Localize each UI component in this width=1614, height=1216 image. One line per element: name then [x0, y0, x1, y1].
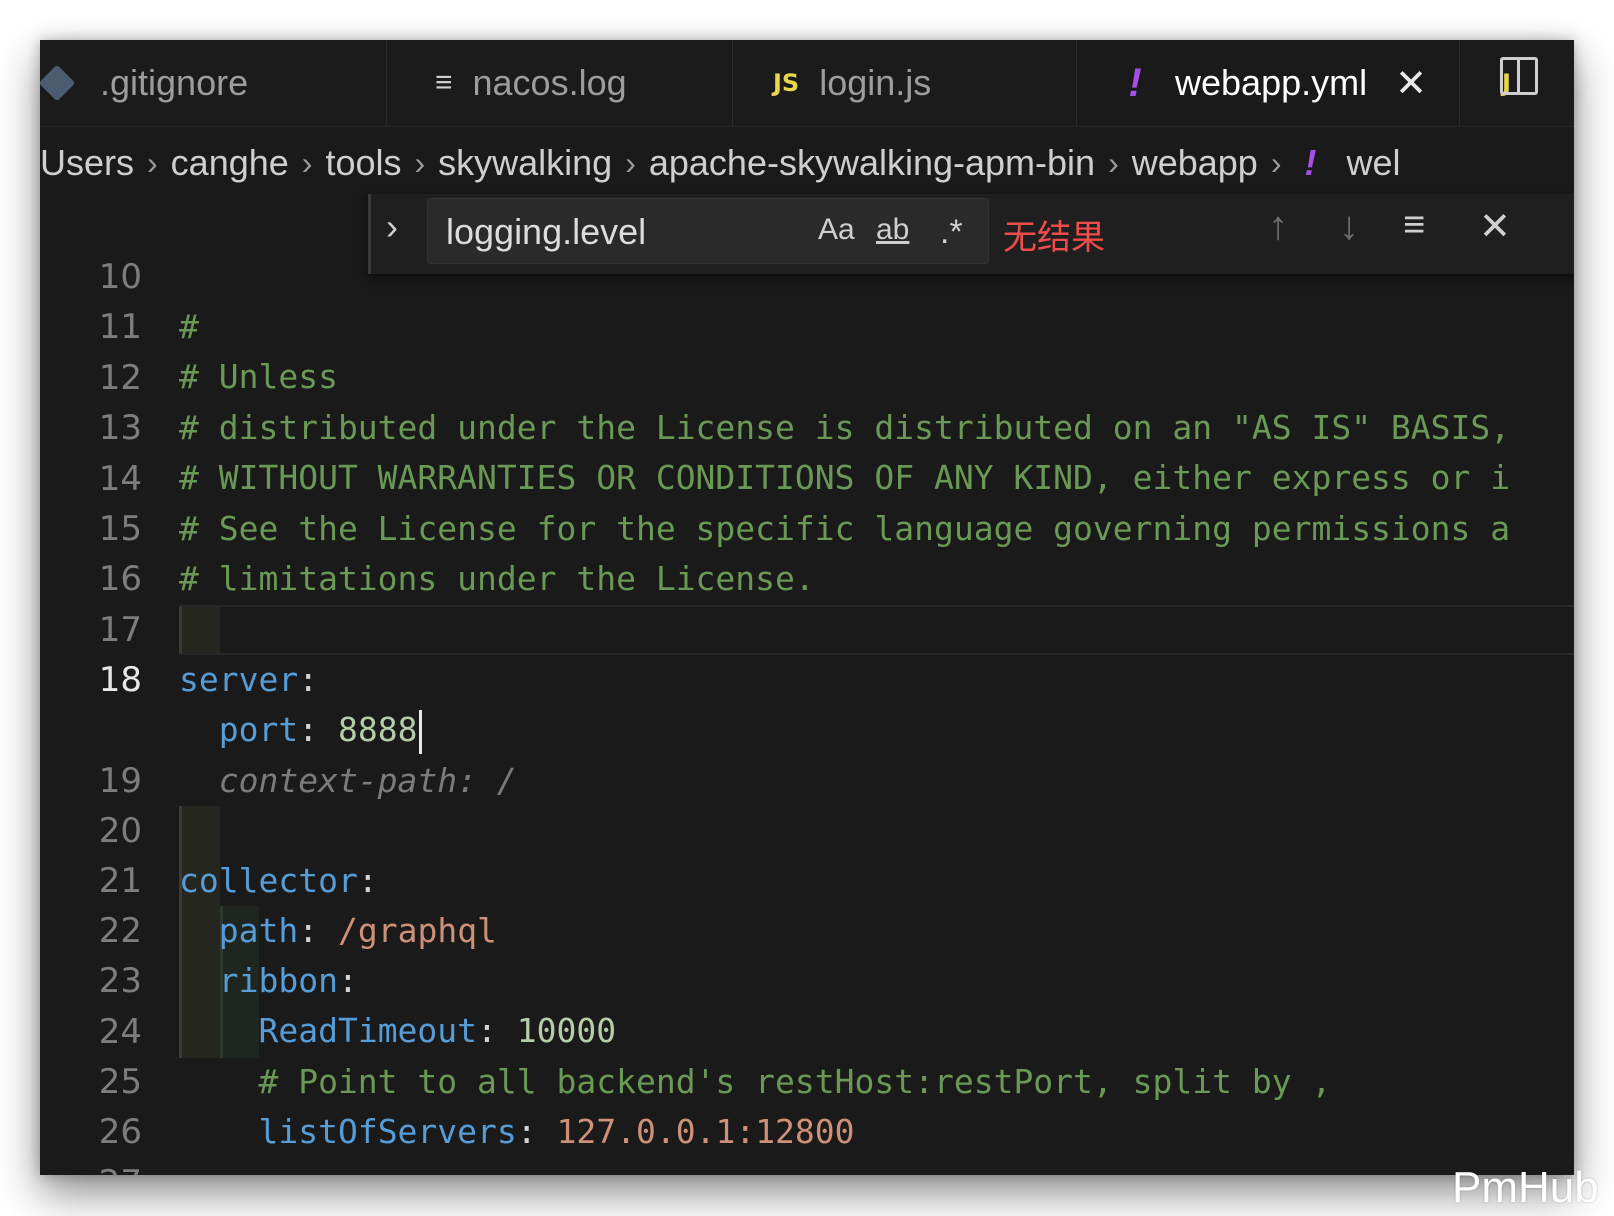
- code-line: 24 # Point to all backend's restHost:res…: [40, 957, 1574, 1101]
- toggle-replace-icon[interactable]: ›: [386, 206, 398, 248]
- code-line: 12 # distributed under the License is di…: [40, 303, 1574, 447]
- find-input[interactable]: logging.level Aa ab .*: [427, 198, 989, 264]
- chevron-right-icon: ›: [147, 144, 158, 181]
- tab-gitignore[interactable]: .gitignore: [40, 40, 387, 126]
- close-icon[interactable]: ✕: [1479, 204, 1511, 249]
- tab-label: nacos.log: [472, 62, 627, 103]
- code-line: 17 server:: [40, 555, 1574, 699]
- match-case-icon[interactable]: Aa: [818, 213, 855, 247]
- code-line: 25 listOfServers: 127.0.0.1:12800: [40, 1007, 1574, 1151]
- regex-icon[interactable]: .*: [940, 213, 963, 252]
- git-icon: [40, 64, 76, 102]
- code-line-inline-suggestion: context-path: /: [40, 656, 1574, 800]
- whole-word-icon[interactable]: ab: [876, 213, 909, 247]
- chevron-right-icon: ›: [625, 144, 636, 181]
- find-query[interactable]: logging.level: [446, 211, 646, 253]
- find-widget: › logging.level Aa ab .* 无结果 ↑ ↓ ≡ ✕: [368, 194, 1574, 274]
- previous-match-icon[interactable]: ↑: [1268, 204, 1288, 249]
- tab-label: webapp.yml: [1175, 62, 1368, 103]
- breadcrumb-item[interactable]: tools: [325, 142, 401, 184]
- tab-label: login.js: [819, 62, 932, 103]
- breadcrumb-item[interactable]: canghe: [171, 142, 289, 184]
- find-result-status: 无结果: [1003, 218, 1105, 258]
- code-line: 15 # limitations under the License.: [40, 454, 1574, 598]
- tab-login-js[interactable]: JS login.js: [733, 40, 1077, 126]
- tab-bar: .gitignore ≡ nacos.log JS login.js ! web…: [40, 40, 1574, 127]
- code-line: 20 collector:: [40, 756, 1574, 900]
- chevron-right-icon: ›: [1270, 144, 1282, 181]
- chevron-right-icon: ›: [414, 144, 426, 181]
- next-match-icon[interactable]: ↓: [1339, 204, 1359, 249]
- find-in-selection-icon[interactable]: ≡: [1403, 204, 1425, 247]
- lines-icon: ≡: [435, 66, 453, 99]
- breadcrumb-item[interactable]: apache-skywalking-apm-bin: [649, 142, 1095, 184]
- editor-window: .gitignore ≡ nacos.log JS login.js ! web…: [40, 40, 1574, 1175]
- code-line: 13 # WITHOUT WARRANTIES OR CONDITIONS OF…: [40, 353, 1574, 497]
- yaml-icon: !: [1128, 60, 1142, 105]
- code-line: 16: [40, 504, 1574, 599]
- breadcrumb-file[interactable]: wel: [1346, 142, 1400, 184]
- code-line: 14 # See the License for the specific la…: [40, 404, 1574, 548]
- chevron-right-icon: ›: [1108, 144, 1119, 181]
- yaml-icon: !: [1304, 142, 1317, 183]
- split-editor-icon[interactable]: [1500, 57, 1538, 95]
- tab-nacos-log[interactable]: ≡ nacos.log: [387, 40, 733, 126]
- line-number: 27: [40, 1158, 142, 1175]
- watermark: PmHub: [1452, 1163, 1599, 1212]
- code-line: 26: [40, 1057, 1574, 1152]
- close-icon[interactable]: ✕: [1395, 61, 1427, 106]
- code-line: 23 ReadTimeout: 10000: [40, 906, 1574, 1050]
- tab-webapp-yml[interactable]: ! webapp.yml ✕: [1077, 40, 1460, 126]
- breadcrumb: Users › canghe › tools › skywalking › ap…: [40, 126, 1574, 200]
- breadcrumb-item[interactable]: webapp: [1132, 142, 1258, 184]
- breadcrumb-item[interactable]: Users: [40, 142, 134, 184]
- code-editor[interactable]: 10 # 11 # Unless 12 # distributed under …: [40, 200, 1574, 1175]
- code-line: 21 path: /graphql: [40, 806, 1574, 950]
- code-line: 19: [40, 706, 1574, 801]
- breadcrumb-item[interactable]: skywalking: [438, 142, 612, 184]
- code-line: 27: [40, 1108, 1574, 1175]
- js-icon: JS: [773, 69, 800, 97]
- tab-label: .gitignore: [100, 62, 249, 103]
- code-line: 22 ribbon:: [40, 856, 1574, 1000]
- chevron-right-icon: ›: [301, 144, 313, 181]
- code-line-current: 18 port: 8888: [40, 605, 1574, 754]
